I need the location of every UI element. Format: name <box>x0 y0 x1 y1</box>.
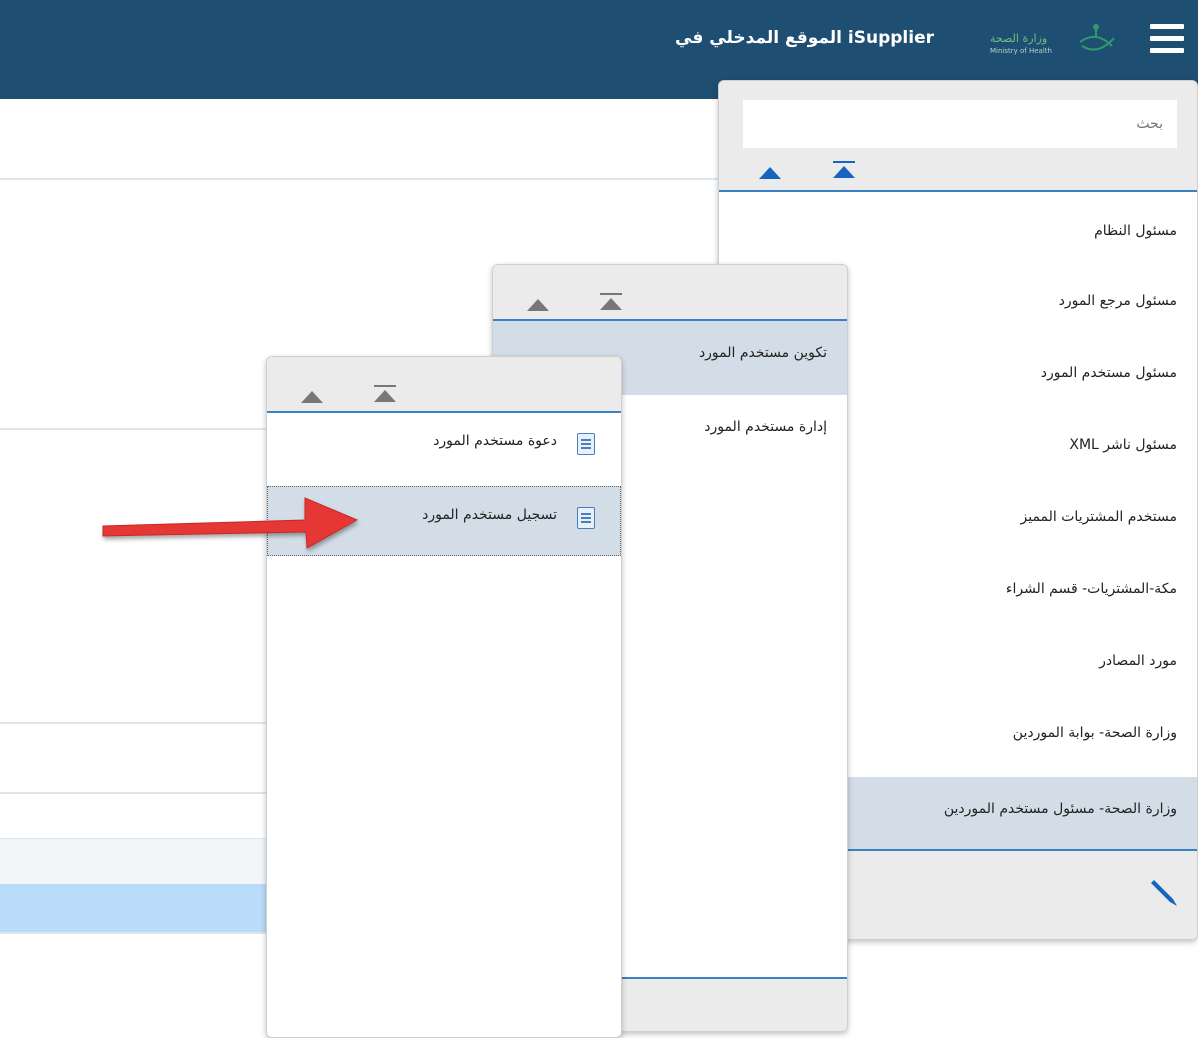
sub-submenu-item-invite-supplier-user[interactable]: دعوة مستخدم المورد <box>267 413 621 483</box>
page-divider <box>0 932 266 934</box>
search-field[interactable] <box>743 100 1177 148</box>
logo-text-ar: وزارة الصحة <box>990 32 1047 45</box>
page-divider <box>0 178 720 180</box>
hamburger-menu-icon[interactable] <box>1150 24 1186 54</box>
sub-submenu-panel: دعوة مستخدم المورد تسجيل مستخدم المورد <box>266 356 622 1038</box>
document-icon <box>577 507 595 529</box>
sub-submenu-header <box>267 357 621 413</box>
menu-item-system-admin[interactable]: مسئول النظام <box>719 199 1197 269</box>
annotation-arrow <box>102 497 359 549</box>
page-divider <box>0 428 266 430</box>
pencil-edit-icon[interactable] <box>1151 877 1179 907</box>
collapse-to-top-icon[interactable] <box>833 161 855 178</box>
logo-text-en: Ministry of Health <box>990 47 1052 55</box>
collapse-up-icon[interactable] <box>759 167 781 179</box>
collapse-up-icon[interactable] <box>301 391 323 403</box>
ministry-of-health-logo: وزارة الصحة Ministry of Health <box>990 24 1115 55</box>
collapse-to-top-icon[interactable] <box>374 385 396 402</box>
table-row[interactable] <box>0 884 266 932</box>
table-header-row <box>0 838 266 885</box>
main-menu-header <box>719 81 1197 192</box>
search-input[interactable] <box>743 100 1177 148</box>
page-divider <box>0 792 266 794</box>
document-icon <box>577 433 595 455</box>
collapse-to-top-icon[interactable] <box>600 293 622 310</box>
app-title: الموقع المدخلي في iSupplier <box>675 28 934 48</box>
collapse-up-icon[interactable] <box>527 299 549 311</box>
page-divider <box>0 722 266 724</box>
submenu-header <box>493 265 847 321</box>
